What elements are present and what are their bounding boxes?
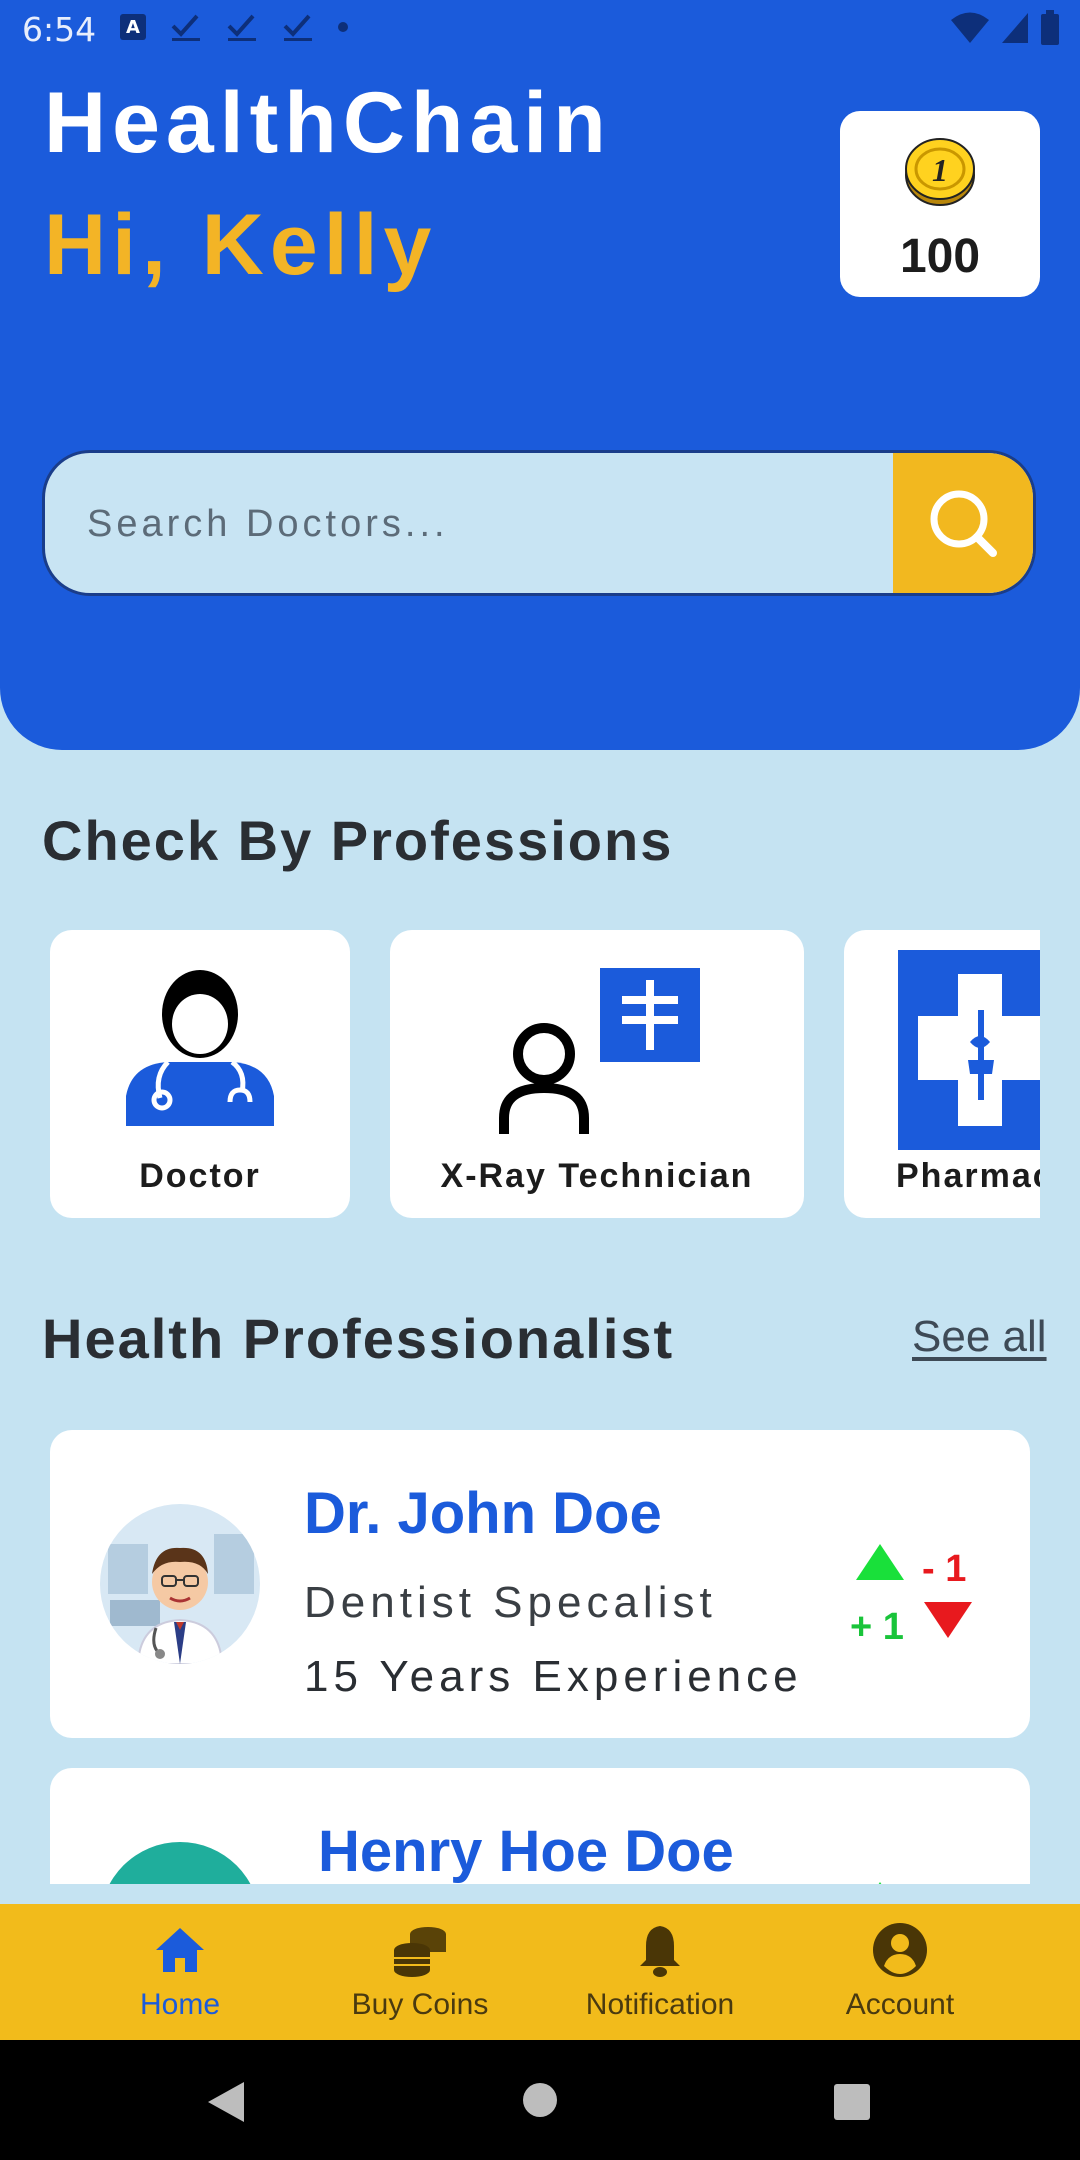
search-input[interactable] xyxy=(85,453,909,593)
app-title: HealthChain xyxy=(44,75,612,171)
professional-name: Henry Hoe Doe xyxy=(318,1819,734,1884)
coins-icon xyxy=(394,1927,446,1977)
professionals-list[interactable]: Dr. John Doe Dentist Specalist 15 Years … xyxy=(0,1420,1080,1884)
greeting: Hi, Kelly xyxy=(44,197,438,293)
professions-carousel[interactable]: Doctor X-Ray Technician Pharmacist xyxy=(50,930,1040,1218)
professional-specialty: Dentist Specalist xyxy=(304,1578,717,1627)
check-icon xyxy=(227,14,256,41)
status-system-icons xyxy=(950,10,1060,46)
status-time: 6:54 xyxy=(22,10,97,49)
header: 6:54 A HealthChain Hi, Kelly 1 100 xyxy=(0,0,1080,750)
system-nav-bar xyxy=(0,2040,1080,2160)
pharmacy-icon xyxy=(898,950,1040,1150)
dot-icon xyxy=(338,22,348,32)
bottom-nav: Home Buy Coins Notification Account xyxy=(0,1904,1080,2040)
check-icon xyxy=(283,14,312,41)
professional-experience: 15 Years Experience xyxy=(304,1652,803,1701)
professions-title: Check By Professions xyxy=(42,809,674,872)
signal-icon xyxy=(1002,13,1028,43)
professional-card[interactable]: Dr. John Doe Dentist Specalist 15 Years … xyxy=(50,1430,1030,1738)
profession-label: X-Ray Technician xyxy=(440,1157,754,1195)
upvote-count: + 1 xyxy=(850,1606,904,1648)
profession-card-pharmacist[interactable]: Pharmacist xyxy=(844,930,1040,1218)
wifi-icon xyxy=(951,12,989,43)
professional-name: Dr. John Doe xyxy=(304,1481,662,1546)
search-button[interactable] xyxy=(893,453,1033,593)
coin-balance-card[interactable]: 1 100 xyxy=(840,111,1040,297)
profession-card-doctor[interactable]: Doctor xyxy=(50,930,350,1218)
professional-card[interactable]: Henry Hoe Doe xyxy=(50,1768,1030,1884)
nav-label: Notification xyxy=(585,1988,735,2021)
nav-label: Buy Coins xyxy=(351,1988,489,2021)
home-icon xyxy=(156,1928,204,1972)
account-icon xyxy=(873,1923,927,1977)
search-icon xyxy=(930,490,997,557)
battery-icon xyxy=(1041,10,1059,45)
check-icon xyxy=(171,14,200,41)
coin-balance: 100 xyxy=(899,230,981,283)
profession-card-xray-technician[interactable]: X-Ray Technician xyxy=(390,930,804,1218)
coin-icon: 1 xyxy=(905,138,975,206)
status-bar: 6:54 A xyxy=(0,0,1080,62)
profession-label: Doctor xyxy=(139,1157,261,1195)
profession-label: Pharmacist xyxy=(896,1157,1040,1195)
xray-technician-icon xyxy=(499,968,700,1134)
back-icon[interactable] xyxy=(206,2080,246,2124)
downvote-icon[interactable] xyxy=(922,1600,974,1640)
nav-notification[interactable]: Notification xyxy=(540,1904,780,2040)
nav-account[interactable]: Account xyxy=(780,1904,1020,2040)
upvote-icon[interactable] xyxy=(854,1542,906,1582)
see-all-link[interactable]: See all xyxy=(912,1312,1047,1362)
nav-home[interactable]: Home xyxy=(60,1904,300,2040)
downvote-count: - 1 xyxy=(922,1548,967,1590)
nav-buy-coins[interactable]: Buy Coins xyxy=(300,1904,540,2040)
bell-icon xyxy=(640,1926,680,1977)
coin-glyph: 1 xyxy=(932,152,948,188)
a-badge-icon: A xyxy=(120,14,146,40)
avatar xyxy=(100,1842,260,1884)
professionals-title: Health Professionalist xyxy=(42,1307,675,1370)
avatar xyxy=(100,1504,260,1664)
nav-label: Home xyxy=(139,1988,221,2021)
search-bar xyxy=(42,450,1036,596)
recents-icon[interactable] xyxy=(834,2084,870,2120)
home-button-icon[interactable] xyxy=(522,2082,558,2118)
upvote-icon[interactable] xyxy=(854,1880,906,1884)
doctor-icon xyxy=(126,970,274,1126)
nav-label: Account xyxy=(845,1988,955,2021)
status-notification-icons: A xyxy=(120,12,348,42)
